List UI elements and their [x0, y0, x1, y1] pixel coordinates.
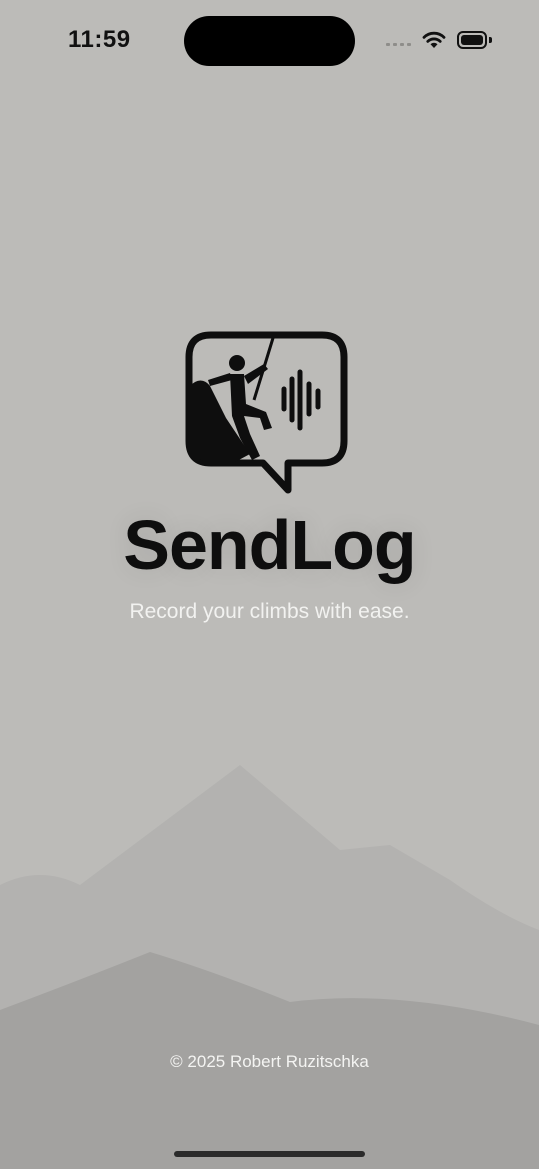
mountains-background [0, 765, 539, 1169]
app-name-title: SendLog [123, 506, 416, 584]
home-indicator[interactable] [174, 1151, 365, 1157]
copyright-text: © 2025 Robert Ruzitschka [170, 1052, 369, 1071]
tagline: Record your climbs with ease. [129, 600, 410, 623]
status-time: 11:59 [68, 26, 131, 53]
battery-nub [489, 37, 492, 43]
battery-icon [457, 31, 487, 49]
cellular-signal-icon [386, 43, 411, 46]
status-bar: 11:59 [0, 0, 539, 80]
dynamic-island [184, 16, 355, 66]
climber-speech-bubble-logo-icon [185, 331, 348, 494]
wifi-icon [422, 31, 446, 48]
